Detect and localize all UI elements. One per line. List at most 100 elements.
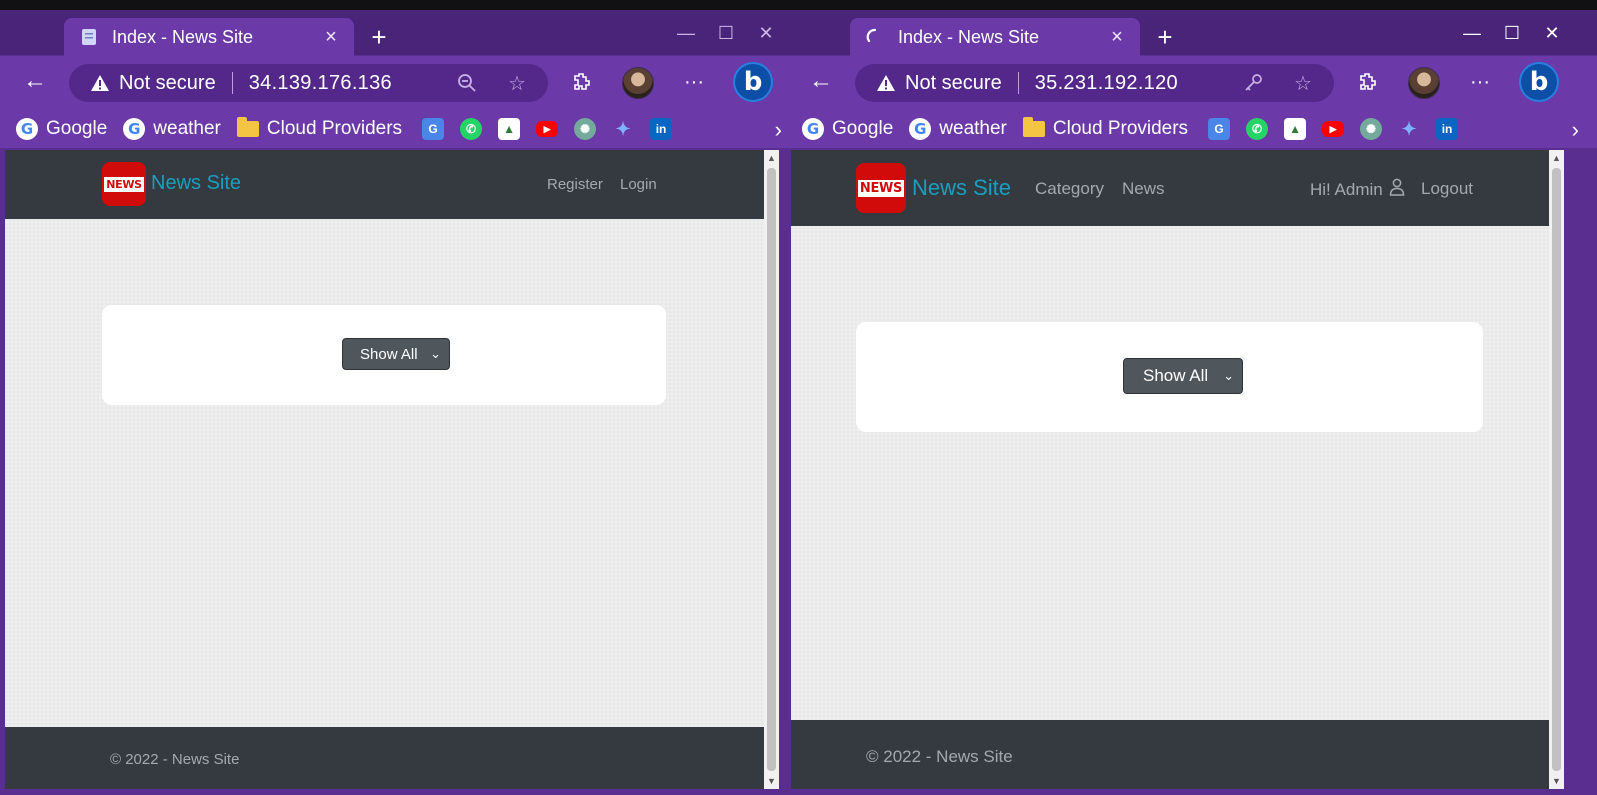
google-icon: G xyxy=(802,118,824,140)
youtube-icon[interactable]: ▶ xyxy=(536,121,559,137)
tab-title: Index - News Site xyxy=(112,26,254,47)
close-tab-icon[interactable]: × xyxy=(1106,26,1128,48)
translate-icon[interactable]: G xyxy=(422,118,445,140)
bookmark-cloud-providers[interactable]: Cloud Providers xyxy=(236,117,402,140)
vertical-scrollbar[interactable]: ▲ ▼ xyxy=(1549,150,1564,789)
browser-tab[interactable]: Index - News Site × xyxy=(64,18,354,56)
window-controls: — ☐ ✕ xyxy=(666,20,786,46)
new-tab-icon[interactable]: + xyxy=(364,22,394,52)
more-menu-icon[interactable]: ··· xyxy=(680,68,708,96)
android-icon[interactable]: ▲ xyxy=(1284,118,1307,140)
security-label: Not secure xyxy=(119,71,216,94)
folder-icon xyxy=(236,117,259,137)
scroll-down-icon[interactable]: ▼ xyxy=(1549,773,1564,789)
category-select[interactable]: Show All ⌄ xyxy=(342,338,450,370)
bookmarks-bar: G Google Gweather Cloud Providers G ✆ ▲ ▶… xyxy=(0,110,800,148)
chevron-right-icon[interactable]: › xyxy=(775,117,782,143)
scroll-up-icon[interactable]: ▲ xyxy=(1549,150,1564,166)
category-select[interactable]: Show All ⌄ xyxy=(1123,358,1243,394)
translate-icon[interactable]: G xyxy=(1208,118,1231,140)
bing-icon[interactable]: b xyxy=(1519,62,1559,102)
bookmarks-bar: G Google Gweather Cloud Providers G ✆ ▲ ▶… xyxy=(786,110,1597,148)
close-window-icon[interactable]: ✕ xyxy=(1532,20,1572,46)
gemini-icon[interactable]: ✦ xyxy=(612,118,634,140)
bookmark-weather[interactable]: Gweather xyxy=(909,118,1007,140)
news-logo[interactable]: NEWS xyxy=(102,162,146,206)
linkedin-icon[interactable]: in xyxy=(650,118,673,140)
site-navbar: NEWS News Site Register Login xyxy=(5,150,764,219)
url-text: 35.231.192.120 xyxy=(1034,71,1178,94)
back-arrow-icon[interactable]: ← xyxy=(806,66,836,96)
close-tab-icon[interactable]: × xyxy=(320,26,342,48)
chevron-down-icon: ⌄ xyxy=(430,346,441,361)
scroll-thumb[interactable] xyxy=(1552,168,1561,771)
zoom-out-icon[interactable] xyxy=(455,71,479,95)
brand-link[interactable]: News Site xyxy=(151,172,241,195)
extensions-icon[interactable] xyxy=(568,68,596,96)
back-arrow-icon[interactable]: ← xyxy=(20,66,50,96)
site-footer: © 2022 - News Site xyxy=(791,720,1549,789)
browser-window-right: Index - News Site × + — ☐ ✕ ← Not secure… xyxy=(786,10,1597,795)
brand-link[interactable]: News Site xyxy=(912,175,1011,201)
url-text: 34.139.176.136 xyxy=(248,71,392,94)
bing-icon[interactable]: b xyxy=(733,62,773,102)
nav-logout[interactable]: Logout xyxy=(1421,179,1473,199)
profile-avatar[interactable] xyxy=(1408,67,1440,99)
more-menu-icon[interactable]: ··· xyxy=(1466,68,1494,96)
chatgpt-icon[interactable]: ✺ xyxy=(1360,118,1383,140)
nav-news[interactable]: News xyxy=(1122,179,1165,199)
site-footer: © 2022 - News Site xyxy=(5,727,764,789)
address-toolbar: ← Not secure 34.139.176.136 ☆ ··· b xyxy=(0,56,800,110)
omnibox-divider xyxy=(1017,72,1019,94)
maximize-icon[interactable]: ☐ xyxy=(1492,20,1532,46)
scroll-up-icon[interactable]: ▲ xyxy=(764,150,779,166)
minimize-icon[interactable]: — xyxy=(666,20,706,46)
scroll-thumb[interactable] xyxy=(767,168,776,771)
chevron-right-icon[interactable]: › xyxy=(1572,117,1579,143)
close-window-icon[interactable]: ✕ xyxy=(746,20,786,46)
news-logo[interactable]: NEWS xyxy=(856,163,906,213)
whatsapp-icon[interactable]: ✆ xyxy=(1246,118,1269,140)
google-icon: G xyxy=(123,118,146,140)
linkedin-icon[interactable]: in xyxy=(1436,118,1459,140)
vertical-scrollbar[interactable]: ▲ ▼ xyxy=(764,150,779,789)
footer-copyright: © 2022 - News Site xyxy=(110,751,240,768)
security-label: Not secure xyxy=(905,71,1002,94)
bookmark-google[interactable]: G Google xyxy=(16,118,107,140)
gemini-icon[interactable]: ✦ xyxy=(1398,118,1420,140)
new-tab-icon[interactable]: + xyxy=(1150,22,1180,52)
google-icon: G xyxy=(909,118,932,140)
loading-icon xyxy=(866,28,884,46)
address-toolbar: ← Not secure 35.231.192.120 ☆ ··· b xyxy=(786,56,1597,110)
bookmark-google[interactable]: G Google xyxy=(802,118,893,140)
minimize-icon[interactable]: — xyxy=(1452,20,1492,46)
page-viewport: NEWS News Site Register Login Show All ⌄… xyxy=(5,150,764,789)
nav-register[interactable]: Register xyxy=(547,176,603,193)
youtube-icon[interactable]: ▶ xyxy=(1322,121,1345,137)
bookmark-cloud-providers[interactable]: Cloud Providers xyxy=(1022,117,1188,140)
whatsapp-icon[interactable]: ✆ xyxy=(460,118,483,140)
extensions-icon[interactable] xyxy=(1354,68,1382,96)
site-navbar: NEWS News Site Category News Hi! Admin L… xyxy=(791,150,1549,226)
browser-tab[interactable]: Index - News Site × xyxy=(850,18,1140,56)
android-icon[interactable]: ▲ xyxy=(498,118,521,140)
address-bar[interactable]: Not secure 35.231.192.120 ☆ xyxy=(855,64,1334,102)
chatgpt-icon[interactable]: ✺ xyxy=(574,118,597,140)
user-greeting[interactable]: Hi! Admin xyxy=(1310,178,1405,201)
chevron-down-icon: ⌄ xyxy=(1223,368,1234,383)
system-top-bar xyxy=(0,0,1597,10)
profile-avatar[interactable] xyxy=(622,67,654,99)
address-bar[interactable]: Not secure 34.139.176.136 ☆ xyxy=(69,64,548,102)
favorite-star-icon[interactable]: ☆ xyxy=(1291,71,1315,95)
omnibox-divider xyxy=(231,72,233,94)
key-icon[interactable] xyxy=(1241,71,1265,95)
maximize-icon[interactable]: ☐ xyxy=(706,20,746,46)
filter-card: Show All ⌄ xyxy=(102,305,666,405)
page-icon xyxy=(80,28,98,46)
nav-category[interactable]: Category xyxy=(1035,179,1104,199)
favorite-star-icon[interactable]: ☆ xyxy=(505,71,529,95)
scroll-down-icon[interactable]: ▼ xyxy=(764,773,779,789)
filter-card: Show All ⌄ xyxy=(856,322,1483,432)
bookmark-weather[interactable]: Gweather xyxy=(123,118,221,140)
nav-login[interactable]: Login xyxy=(620,176,657,193)
